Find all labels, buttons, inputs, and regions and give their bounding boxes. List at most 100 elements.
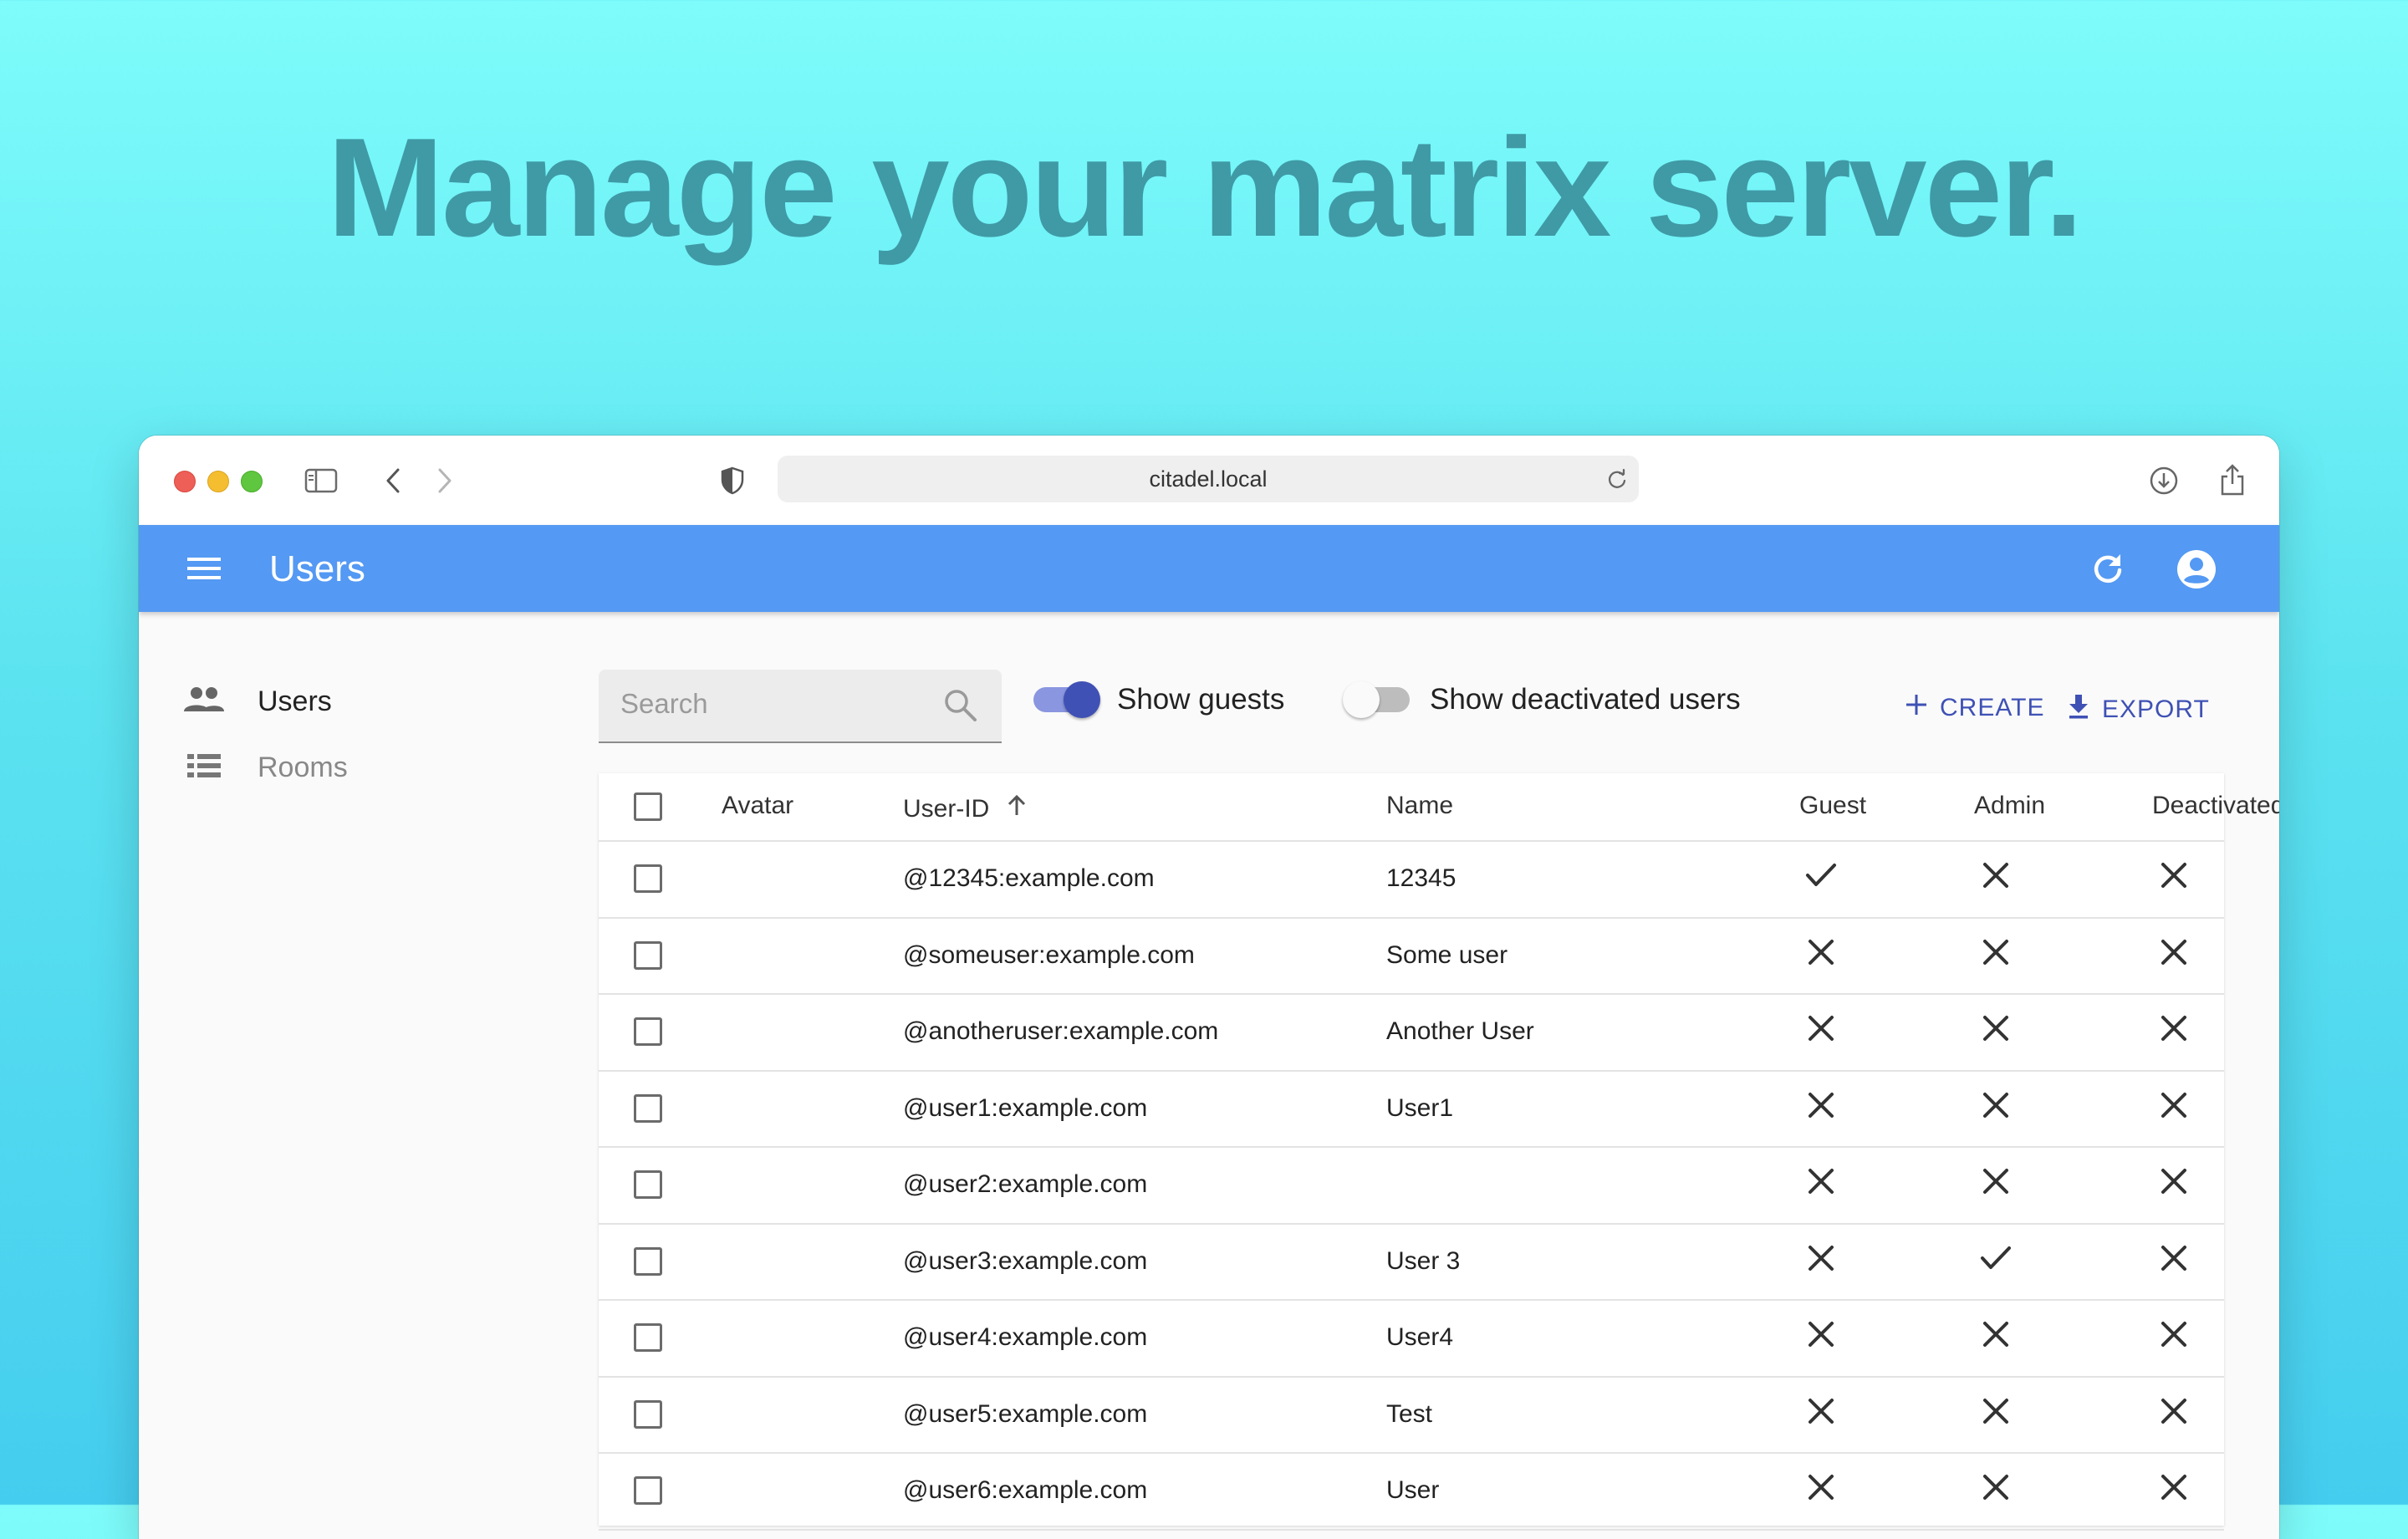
sidebar-item-users[interactable]: Users bbox=[182, 678, 332, 725]
close-icon bbox=[1804, 1394, 1838, 1428]
close-icon bbox=[2157, 1012, 2191, 1045]
name-cell: Another User bbox=[1386, 1017, 1534, 1045]
back-icon[interactable] bbox=[376, 462, 410, 499]
shield-icon[interactable] bbox=[716, 462, 749, 499]
name-cell: User bbox=[1386, 1476, 1440, 1504]
close-icon bbox=[2157, 1470, 2191, 1504]
header-avatar[interactable]: Avatar bbox=[722, 792, 793, 820]
name-cell: User4 bbox=[1386, 1323, 1454, 1351]
refresh-icon[interactable] bbox=[2089, 550, 2127, 589]
app-bar: Users bbox=[139, 525, 2279, 612]
table-header: Avatar User-ID Name Guest Admin Deactiva… bbox=[599, 773, 2279, 842]
table-row[interactable]: @user5:example.com Test bbox=[599, 1376, 2224, 1454]
page-title: Users bbox=[269, 548, 365, 589]
table-row[interactable]: @user3:example.com User 3 bbox=[599, 1223, 2224, 1301]
row-checkbox[interactable] bbox=[634, 1476, 662, 1505]
close-icon bbox=[1979, 1012, 2013, 1045]
account-icon[interactable] bbox=[2176, 548, 2217, 590]
row-checkbox[interactable] bbox=[634, 940, 662, 970]
forward-icon[interactable] bbox=[428, 462, 462, 499]
close-icon bbox=[1979, 1164, 2013, 1198]
table-row[interactable]: @user1:example.com User1 bbox=[599, 1070, 2224, 1148]
close-icon bbox=[2157, 859, 2191, 892]
plus-icon bbox=[1905, 693, 1928, 723]
header-user-id[interactable]: User-ID bbox=[903, 793, 1027, 823]
url-text: citadel.local bbox=[1149, 466, 1268, 492]
table-row[interactable]: @user4:example.com User4 bbox=[599, 1299, 2224, 1378]
name-cell: Some user bbox=[1386, 940, 1508, 969]
row-checkbox[interactable] bbox=[634, 864, 662, 893]
sidebar-item-label: Users bbox=[258, 685, 332, 717]
minimize-dot[interactable] bbox=[207, 471, 229, 492]
header-name[interactable]: Name bbox=[1386, 792, 1453, 820]
sidebar-icon[interactable] bbox=[303, 462, 339, 499]
row-checkbox[interactable] bbox=[634, 1399, 662, 1429]
close-dot[interactable] bbox=[174, 471, 196, 492]
show-guests-label: Show guests bbox=[1117, 683, 1285, 716]
show-deactivated-label: Show deactivated users bbox=[1430, 683, 1741, 716]
close-icon bbox=[2157, 1164, 2191, 1198]
toggle-track bbox=[1033, 681, 1100, 718]
user-id-cell: @user1:example.com bbox=[903, 1093, 1148, 1122]
people-icon bbox=[182, 683, 226, 721]
search-icon bbox=[941, 686, 978, 727]
show-deactivated-toggle[interactable]: Show deactivated users bbox=[1343, 681, 1741, 718]
create-label: CREATE bbox=[1940, 694, 2045, 721]
show-guests-toggle[interactable]: Show guests bbox=[1033, 681, 1285, 718]
table-row[interactable]: @user6:example.com User bbox=[599, 1452, 2224, 1531]
menu-icon[interactable] bbox=[186, 553, 222, 583]
close-icon bbox=[2157, 1394, 2191, 1428]
headline: Manage your matrix server. bbox=[327, 109, 2084, 266]
name-cell: Test bbox=[1386, 1399, 1433, 1428]
name-cell: 12345 bbox=[1386, 864, 1457, 892]
close-icon bbox=[1804, 1470, 1838, 1504]
zoom-dot[interactable] bbox=[241, 471, 263, 492]
row-checkbox[interactable] bbox=[634, 1323, 662, 1352]
user-id-cell: @user5:example.com bbox=[903, 1399, 1148, 1428]
header-admin[interactable]: Admin bbox=[1974, 792, 2045, 820]
reload-icon[interactable] bbox=[1605, 467, 1629, 497]
close-icon bbox=[1979, 859, 2013, 892]
table-row[interactable]: @user2:example.com bbox=[599, 1146, 2224, 1225]
close-icon bbox=[1804, 1012, 1838, 1045]
header-guest[interactable]: Guest bbox=[1799, 792, 1866, 820]
sidebar-item-label: Rooms bbox=[258, 751, 348, 783]
close-icon bbox=[1804, 1088, 1838, 1122]
close-icon bbox=[1979, 935, 2013, 969]
select-all-checkbox[interactable] bbox=[634, 792, 662, 821]
row-checkbox[interactable] bbox=[634, 1017, 662, 1046]
close-icon bbox=[2157, 1241, 2191, 1275]
sort-arrow-up-icon bbox=[1007, 794, 1027, 823]
close-icon bbox=[1979, 1088, 2013, 1122]
export-button[interactable]: EXPORT bbox=[2067, 693, 2210, 726]
search-input[interactable]: Search bbox=[599, 670, 1002, 743]
table-row[interactable]: @12345:example.com 12345 bbox=[599, 840, 2224, 919]
close-icon bbox=[2157, 1317, 2191, 1351]
user-id-cell: @12345:example.com bbox=[903, 864, 1155, 892]
table-row[interactable]: @someuser:example.com Some user bbox=[599, 917, 2224, 995]
close-icon bbox=[1804, 1241, 1838, 1275]
browser-toolbar: citadel.local bbox=[139, 436, 2279, 525]
row-checkbox[interactable] bbox=[634, 1246, 662, 1276]
check-icon bbox=[1979, 1241, 2013, 1275]
users-table: Avatar User-ID Name Guest Admin Deactiva… bbox=[599, 773, 2279, 1531]
table-row[interactable]: @anotheruser:example.com Another User bbox=[599, 993, 2224, 1072]
download-icon[interactable] bbox=[2145, 462, 2182, 499]
sidebar-item-rooms[interactable]: Rooms bbox=[182, 744, 348, 791]
user-id-cell: @user6:example.com bbox=[903, 1476, 1148, 1504]
create-button[interactable]: CREATE bbox=[1905, 693, 2044, 723]
header-deactivated[interactable]: Deactivated bbox=[2152, 792, 2279, 820]
name-cell: User1 bbox=[1386, 1093, 1454, 1122]
check-icon bbox=[1804, 859, 1838, 892]
header-user-id-label: User-ID bbox=[903, 795, 990, 823]
row-checkbox[interactable] bbox=[634, 1093, 662, 1123]
close-icon bbox=[1979, 1394, 2013, 1428]
user-id-cell: @anotheruser:example.com bbox=[903, 1017, 1219, 1045]
url-bar[interactable]: citadel.local bbox=[778, 456, 1639, 502]
search-placeholder: Search bbox=[620, 688, 708, 719]
user-id-cell: @user2:example.com bbox=[903, 1170, 1148, 1198]
close-icon bbox=[2157, 1088, 2191, 1122]
toggle-thumb bbox=[1343, 681, 1380, 718]
row-checkbox[interactable] bbox=[634, 1170, 662, 1199]
share-icon[interactable] bbox=[2214, 461, 2251, 499]
